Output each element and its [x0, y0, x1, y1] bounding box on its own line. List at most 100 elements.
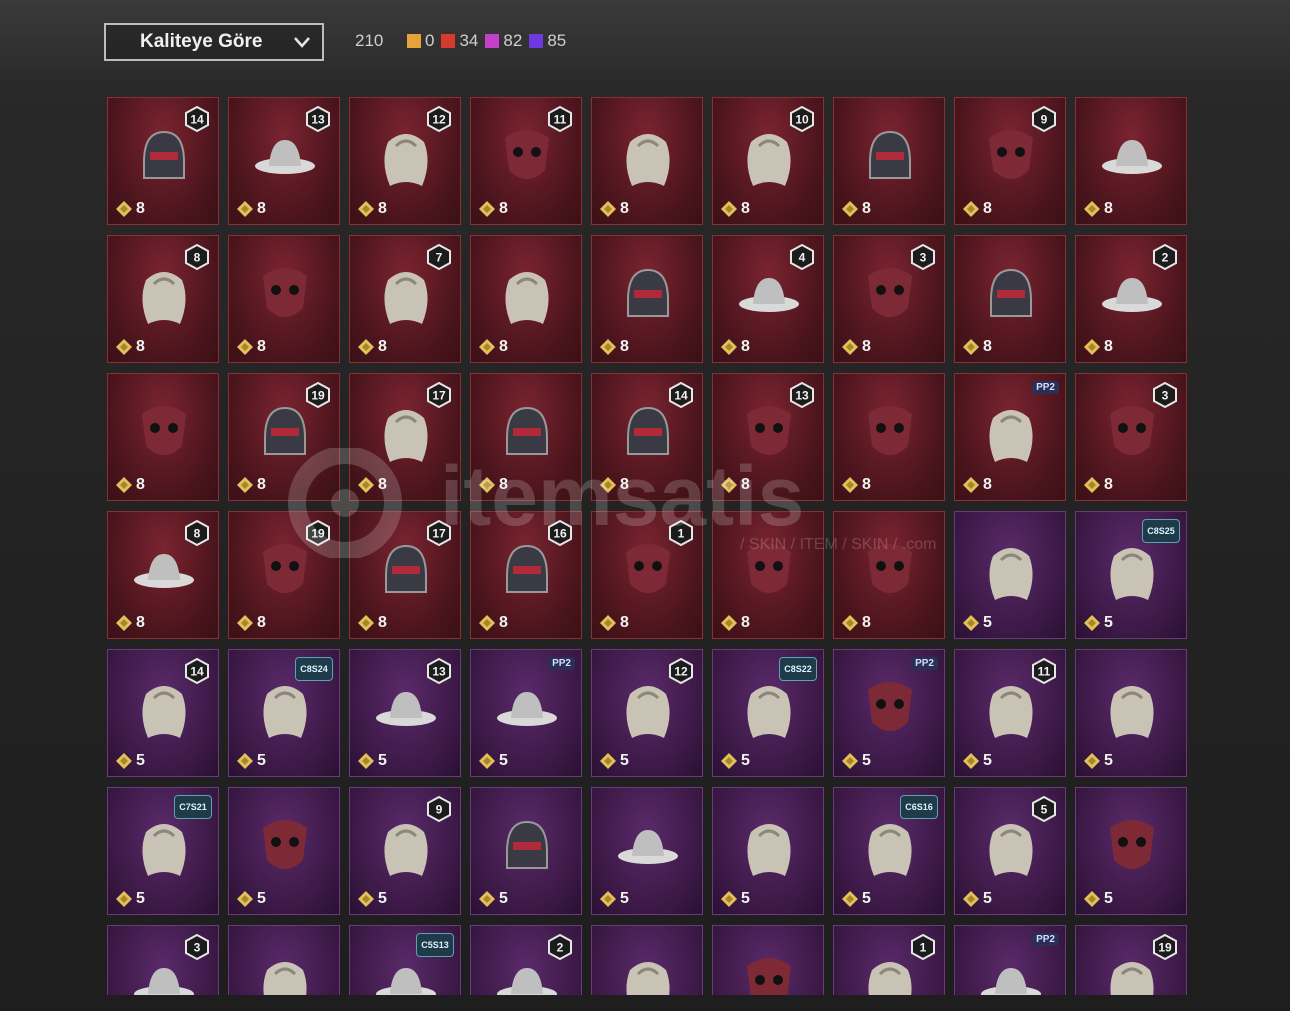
item-tile[interactable]: C8S24 5 — [228, 649, 340, 777]
sort-dropdown[interactable]: Kaliteye Göre — [104, 23, 324, 61]
item-tile[interactable]: 5 — [1075, 787, 1187, 915]
quality-swatch — [529, 34, 544, 48]
item-tile[interactable]: 98 — [954, 97, 1066, 225]
item-tile[interactable]: 8 — [470, 373, 582, 501]
item-tile[interactable]: 5 — [470, 787, 582, 915]
item-tile[interactable]: 8 — [833, 511, 945, 639]
item-tile[interactable]: C7S21 5 — [107, 787, 219, 915]
item-tile[interactable]: 8 — [954, 235, 1066, 363]
item-tile[interactable] — [712, 925, 824, 995]
mask-icon — [263, 268, 307, 317]
item-tile[interactable]: 5 — [228, 787, 340, 915]
item-price-value: 5 — [499, 890, 508, 907]
item-tile[interactable]: 8 — [591, 235, 703, 363]
item-tile[interactable]: 8 — [1075, 97, 1187, 225]
item-price-value: 8 — [378, 614, 387, 631]
level-badge-text: 19 — [311, 527, 325, 541]
item-tile[interactable]: 5 — [712, 787, 824, 915]
item-tile[interactable]: 14 8 — [591, 373, 703, 501]
item-tile[interactable]: 8 — [712, 511, 824, 639]
pass-badge: PP2 — [1032, 933, 1059, 946]
helmet-icon — [869, 130, 911, 179]
season-badge: C7S21 — [174, 795, 212, 819]
item-tile[interactable]: 16 8 — [470, 511, 582, 639]
item-tile[interactable]: 28 — [1075, 235, 1187, 363]
item-tile[interactable] — [228, 925, 340, 995]
item-tile[interactable]: C5S13 — [349, 925, 461, 995]
quality-count: 85 — [529, 31, 566, 51]
item-tile[interactable]: 13 8 — [228, 97, 340, 225]
item-price-value: 8 — [862, 338, 871, 355]
level-badge-text: 16 — [553, 527, 567, 541]
item-price: 8 — [116, 476, 145, 494]
item-tile[interactable]: PP2 8 — [954, 373, 1066, 501]
item-tile[interactable]: 38 — [833, 235, 945, 363]
item-tile[interactable]: 88 — [107, 511, 219, 639]
item-tile[interactable]: C6S16 5 — [833, 787, 945, 915]
item-tile[interactable]: 13 5 — [349, 649, 461, 777]
item-tile[interactable]: 1 — [833, 925, 945, 995]
item-tile[interactable]: 13 8 — [712, 373, 824, 501]
item-tile[interactable]: 5 — [954, 511, 1066, 639]
item-tile[interactable]: 5 — [591, 787, 703, 915]
item-price: 8 — [1084, 476, 1113, 494]
level-badge-text: 3 — [1162, 389, 1169, 403]
level-badge-text: 14 — [674, 389, 688, 403]
item-price: 8 — [600, 200, 629, 218]
item-tile[interactable]: PP2 5 — [833, 649, 945, 777]
item-price: 5 — [358, 752, 387, 770]
item-tile[interactable]: 12 8 — [349, 97, 461, 225]
item-price: 8 — [600, 476, 629, 494]
item-tile[interactable]: 88 — [107, 235, 219, 363]
item-tile[interactable]: C8S22 5 — [712, 649, 824, 777]
item-tile[interactable]: 14 8 — [107, 97, 219, 225]
item-tile[interactable]: 3 — [107, 925, 219, 995]
item-tile[interactable]: 17 8 — [349, 511, 461, 639]
item-tile[interactable]: 19 — [1075, 925, 1187, 995]
item-tile[interactable]: 55 — [954, 787, 1066, 915]
item-tile[interactable]: 8 — [833, 97, 945, 225]
item-tile[interactable]: 10 8 — [712, 97, 824, 225]
currency-diamond-icon — [1084, 477, 1100, 493]
item-price-value: 5 — [620, 890, 629, 907]
hair-icon — [989, 686, 1033, 738]
hair-icon — [1110, 686, 1154, 738]
item-tile[interactable]: 11 5 — [954, 649, 1066, 777]
item-tile[interactable]: 8 — [228, 235, 340, 363]
level-badge-icon: 5 — [1032, 796, 1056, 822]
item-price: 8 — [842, 476, 871, 494]
hat-icon — [376, 692, 436, 726]
helmet-icon — [990, 268, 1032, 317]
item-tile[interactable]: 14 5 — [107, 649, 219, 777]
item-tile[interactable]: 78 — [349, 235, 461, 363]
item-tile[interactable]: 17 8 — [349, 373, 461, 501]
item-tile[interactable]: 48 — [712, 235, 824, 363]
item-tile[interactable]: 38 — [1075, 373, 1187, 501]
item-price: 5 — [1084, 890, 1113, 908]
item-tile[interactable]: 95 — [349, 787, 461, 915]
item-tile[interactable]: PP2 5 — [470, 649, 582, 777]
item-tile[interactable]: 5 — [1075, 649, 1187, 777]
item-tile[interactable]: 8 — [833, 373, 945, 501]
item-tile[interactable]: 8 — [591, 97, 703, 225]
item-tile[interactable]: 18 — [591, 511, 703, 639]
item-tile[interactable]: 8 — [107, 373, 219, 501]
item-tile[interactable]: 19 8 — [228, 511, 340, 639]
item-tile[interactable]: 19 8 — [228, 373, 340, 501]
item-price-value: 5 — [983, 752, 992, 769]
item-tile[interactable]: 11 8 — [470, 97, 582, 225]
level-badge-icon: 9 — [1032, 106, 1056, 132]
item-tile[interactable]: 2 — [470, 925, 582, 995]
item-price-value: 8 — [620, 614, 629, 631]
currency-diamond-icon — [842, 477, 858, 493]
item-tile[interactable]: 12 5 — [591, 649, 703, 777]
item-price-value: 5 — [499, 752, 508, 769]
level-badge-icon: 13 — [427, 658, 451, 684]
level-badge-icon: 1 — [669, 520, 693, 546]
item-tile[interactable] — [591, 925, 703, 995]
item-tile[interactable]: PP2 — [954, 925, 1066, 995]
item-tile[interactable]: 8 — [470, 235, 582, 363]
currency-diamond-icon — [237, 339, 253, 355]
item-tile[interactable]: C8S25 5 — [1075, 511, 1187, 639]
level-badge-icon: 14 — [185, 106, 209, 132]
